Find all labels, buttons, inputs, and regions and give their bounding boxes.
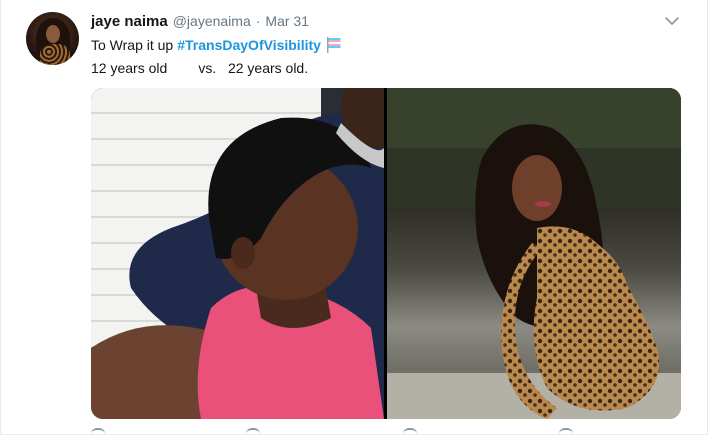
avatar-face [46, 25, 60, 43]
reply-icon[interactable] [91, 428, 105, 435]
tweet-header: jaye naima @jayenaima · Mar 31 [91, 13, 309, 31]
photo-left-illustration [91, 88, 384, 419]
retweet-icon[interactable] [246, 428, 260, 435]
author-handle[interactable]: @jayenaima [173, 13, 251, 29]
author-name[interactable]: jaye naima [91, 13, 168, 30]
avatar-body [40, 44, 70, 65]
tweet-card[interactable]: jaye naima @jayenaima · Mar 31 To Wrap i… [0, 0, 708, 435]
tweet-text-prefix: To Wrap it up [91, 37, 174, 53]
separator-dot: · [255, 13, 261, 29]
tweet-text-line-2: 12 years old vs. 22 years old. [91, 60, 309, 76]
tweet-text-line-1: To Wrap it up #TransDayOfVisibility [91, 37, 343, 53]
tweet-date[interactable]: Mar 31 [265, 13, 309, 29]
share-icon[interactable] [559, 428, 573, 435]
hashtag-link[interactable]: #TransDayOfVisibility [177, 37, 321, 53]
media-grid[interactable] [91, 88, 681, 419]
photo-left[interactable] [91, 88, 384, 419]
chevron-down-icon[interactable] [663, 12, 681, 30]
photo-right[interactable] [387, 88, 681, 419]
avatar[interactable] [26, 12, 79, 65]
tweet-actions [91, 428, 611, 435]
transgender-flag-icon [326, 37, 341, 53]
photo-right-illustration [387, 88, 681, 419]
heart-icon[interactable] [403, 428, 417, 435]
